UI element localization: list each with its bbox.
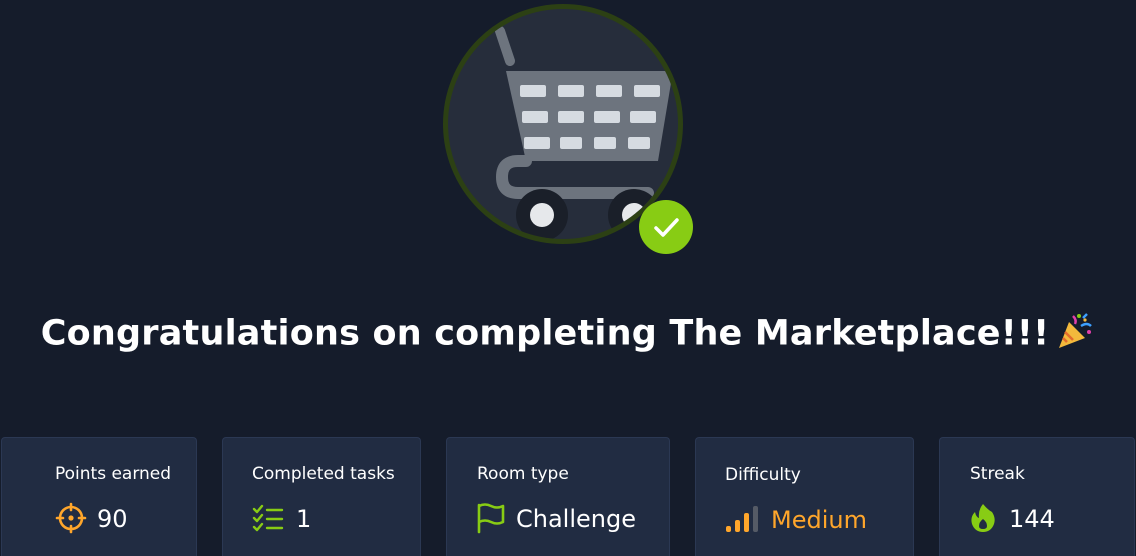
- stat-value: Challenge: [516, 505, 636, 533]
- signal-bars-icon: [725, 504, 761, 538]
- completion-title: Congratulations on completing The Market…: [0, 310, 1136, 359]
- stat-card-points: Points earned 90: [1, 437, 197, 556]
- flame-icon: [968, 502, 998, 538]
- stat-label: Completed tasks: [252, 464, 395, 484]
- flag-icon: [475, 502, 507, 538]
- completion-title-text: Congratulations on completing The Market…: [40, 313, 1050, 354]
- task-list-icon: [252, 502, 284, 538]
- stat-label: Difficulty: [725, 465, 801, 485]
- stat-card-difficulty: Difficulty Medium: [695, 437, 914, 556]
- stat-card-streak: Streak 144: [939, 437, 1135, 556]
- stat-label: Room type: [477, 464, 569, 484]
- completed-check-badge: [639, 200, 693, 254]
- stat-value: Medium: [771, 506, 867, 534]
- stat-value: 144: [1009, 505, 1055, 533]
- stat-label: Points earned: [55, 464, 172, 484]
- check-icon: [654, 218, 679, 237]
- party-popper-icon: [1055, 310, 1095, 359]
- room-completion-page: Congratulations on completing The Market…: [0, 0, 1136, 556]
- stat-label: Streak: [970, 464, 1025, 484]
- stat-value: 90: [97, 505, 128, 533]
- target-icon: [55, 502, 87, 538]
- stat-value: 1: [296, 505, 312, 533]
- stat-card-room-type: Room type Challenge: [446, 437, 670, 556]
- stat-card-completed-tasks: Completed tasks 1: [222, 437, 421, 556]
- room-badge: [443, 4, 693, 254]
